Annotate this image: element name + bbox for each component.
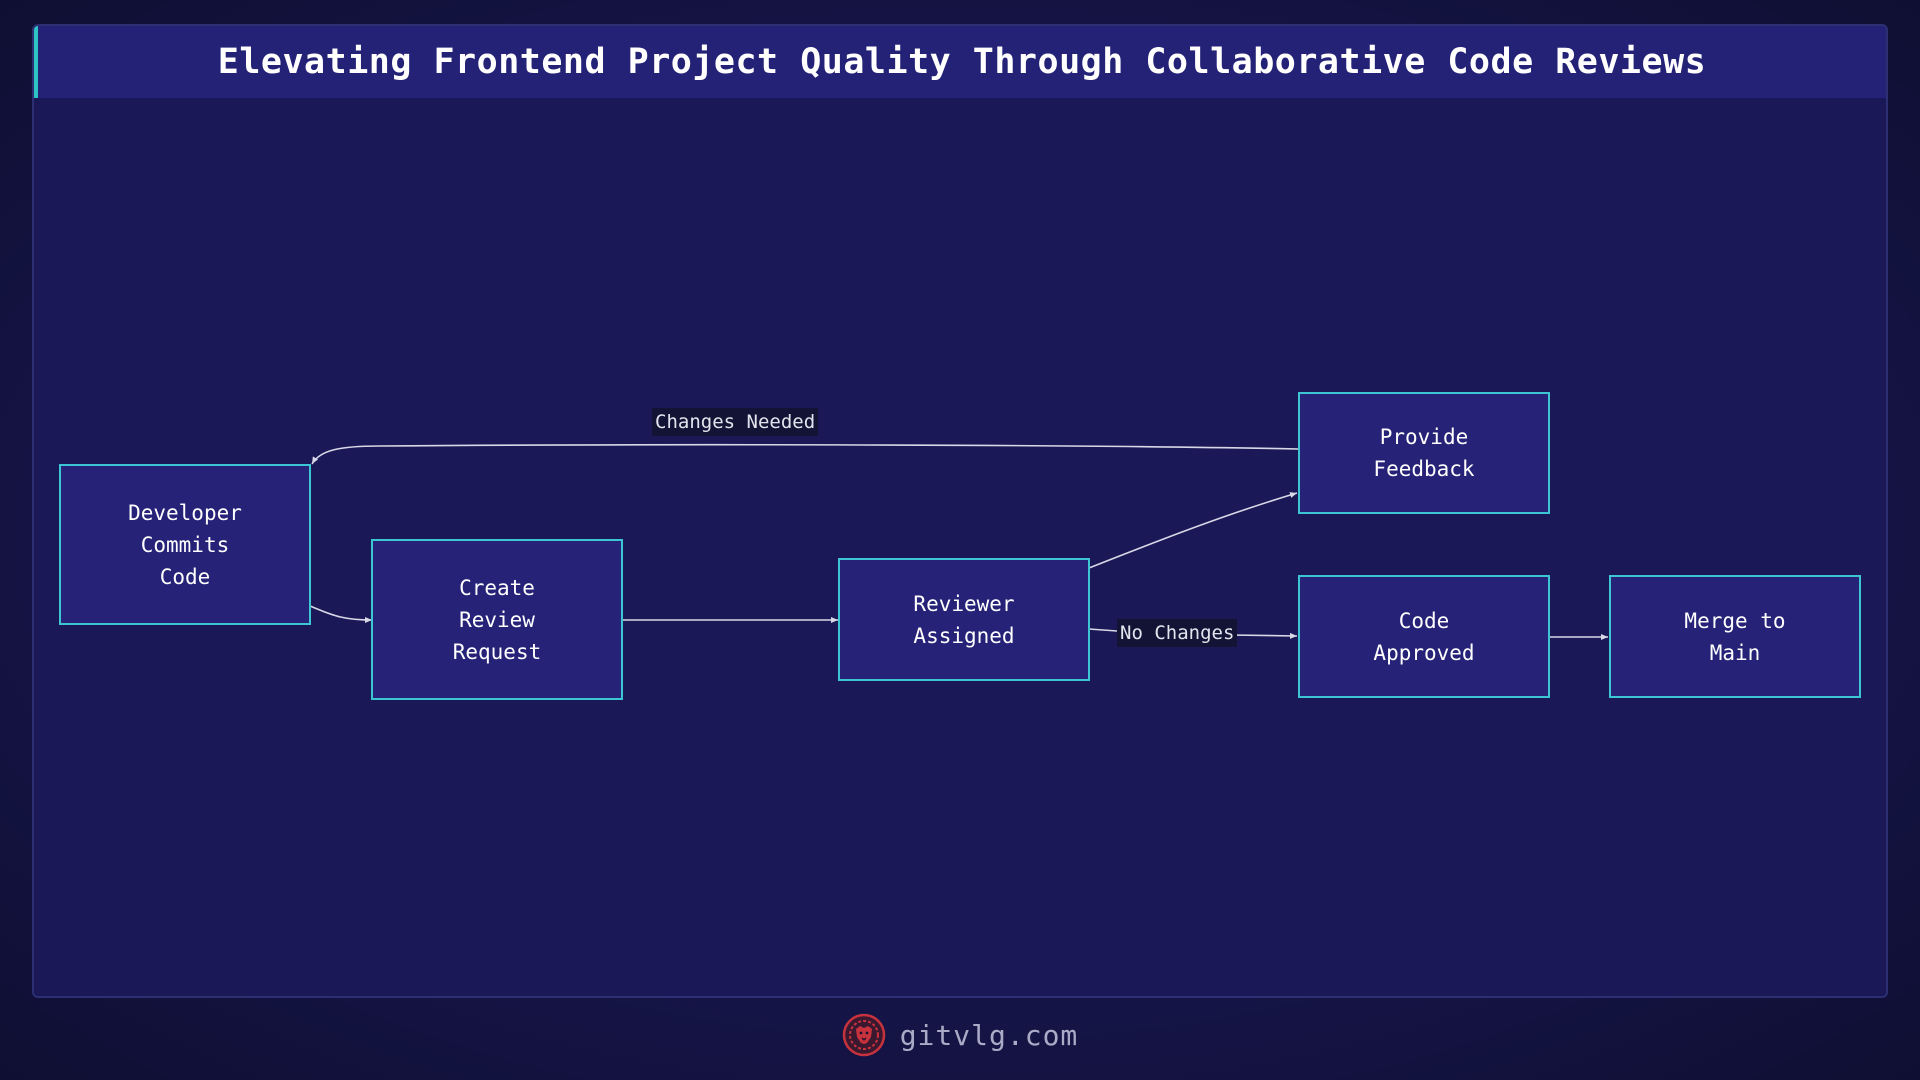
node-provide-feedback: Provide Feedback bbox=[1298, 392, 1550, 514]
footer: gitvlg.com bbox=[0, 1010, 1920, 1060]
node-label: Merge to Main bbox=[1684, 608, 1786, 665]
node-code-approved: Code Approved bbox=[1298, 575, 1550, 698]
node-reviewer-assigned: Reviewer Assigned bbox=[838, 558, 1090, 681]
node-label: Reviewer Assigned bbox=[913, 591, 1015, 648]
lion-head-icon bbox=[842, 1013, 885, 1057]
edge-label-no-changes: No Changes bbox=[1117, 619, 1238, 647]
node-create-review-request: Create Review Request bbox=[371, 539, 623, 700]
edge-label-changes-needed: Changes Needed bbox=[652, 408, 819, 436]
node-label: Create Review Request bbox=[452, 575, 542, 664]
node-label: Developer Commits Code bbox=[128, 500, 242, 589]
node-label: Provide Feedback bbox=[1373, 425, 1475, 481]
footer-site[interactable]: gitvlg.com bbox=[900, 1019, 1079, 1052]
edge-feedback-to-developer bbox=[311, 443, 1299, 465]
node-developer-commits-code: Developer Commits Code bbox=[59, 464, 311, 625]
node-merge-to-main: Merge to Main bbox=[1609, 575, 1861, 698]
edge-reviewer-to-feedback bbox=[1088, 492, 1298, 569]
node-label: Code Approved bbox=[1373, 608, 1475, 665]
edge-developer-to-create bbox=[309, 605, 373, 623]
